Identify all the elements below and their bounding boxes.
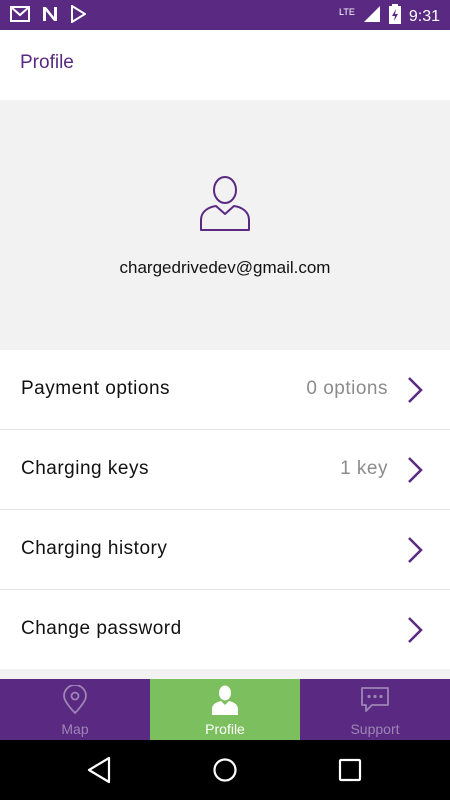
tab-profile-label: Profile xyxy=(205,721,245,737)
n-app-icon xyxy=(42,6,58,27)
gmail-icon xyxy=(10,6,30,27)
tab-map[interactable]: Map xyxy=(0,679,150,740)
clock: 9:31 xyxy=(408,7,440,25)
payment-options-label: Payment options xyxy=(21,378,171,399)
app-bar: Profile xyxy=(0,30,450,100)
tab-profile[interactable]: Profile xyxy=(150,679,300,740)
charging-keys-row[interactable]: Charging keys 1 key xyxy=(0,430,450,510)
play-store-icon xyxy=(70,4,87,28)
tab-support[interactable]: Support xyxy=(300,679,450,740)
tab-support-label: Support xyxy=(350,721,400,737)
status-bar: LTE 9:31 xyxy=(0,0,450,30)
user-icon xyxy=(196,176,254,232)
lte-label: LTE xyxy=(339,6,355,17)
page-title: Profile xyxy=(20,52,74,73)
charging-keys-count: 1 key xyxy=(340,458,388,479)
chat-bubble-icon xyxy=(360,685,390,715)
notification-icons xyxy=(10,4,87,28)
home-icon[interactable] xyxy=(212,757,238,788)
battery-charging-icon xyxy=(388,4,401,29)
chevron-right-icon xyxy=(404,375,426,405)
system-navigation-bar xyxy=(0,740,450,800)
chevron-right-icon xyxy=(404,615,426,645)
profile-menu: Payment options 0 options Charging keys … xyxy=(0,350,450,669)
user-icon xyxy=(210,685,240,715)
change-password-row[interactable]: Change password xyxy=(0,590,450,669)
back-icon[interactable] xyxy=(86,756,112,789)
charging-keys-label: Charging keys xyxy=(21,458,149,479)
signal-icon xyxy=(363,5,381,28)
bottom-nav: Map Profile Support xyxy=(0,679,450,740)
charging-history-label: Charging history xyxy=(21,538,168,559)
chevron-right-icon xyxy=(404,535,426,565)
payment-options-count: 0 options xyxy=(306,378,388,399)
change-password-label: Change password xyxy=(21,618,182,639)
location-pin-icon xyxy=(60,684,90,715)
payment-options-row[interactable]: Payment options 0 options xyxy=(0,350,450,430)
tab-map-label: Map xyxy=(61,721,89,737)
recent-apps-icon[interactable] xyxy=(338,758,362,787)
user-email: chargedrivedev@gmail.com xyxy=(119,258,331,277)
charging-history-row[interactable]: Charging history xyxy=(0,510,450,590)
chevron-right-icon xyxy=(404,455,426,485)
profile-header: chargedrivedev@gmail.com xyxy=(0,100,450,350)
system-indicators: LTE 9:31 xyxy=(339,4,440,29)
